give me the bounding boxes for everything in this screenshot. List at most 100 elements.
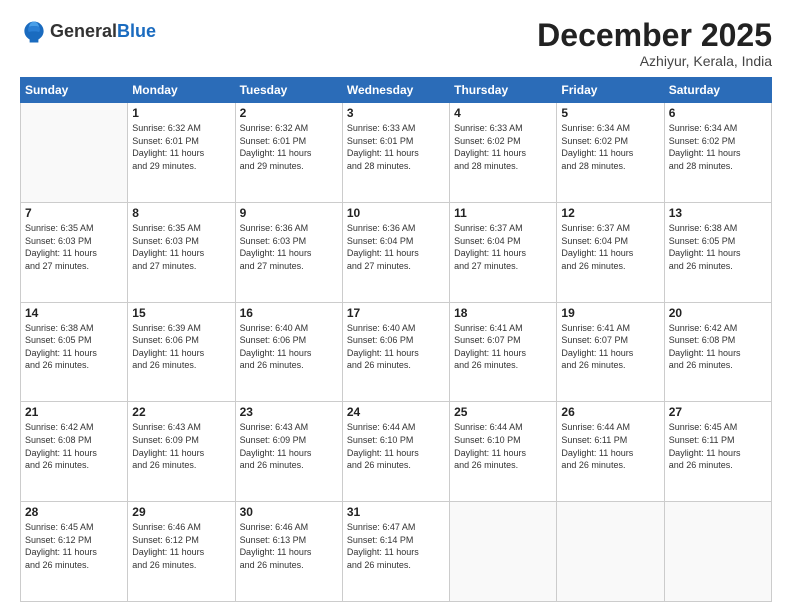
calendar-cell: 14 Sunrise: 6:38 AMSunset: 6:05 PMDayligh… — [21, 302, 128, 402]
day-number: 18 — [454, 306, 552, 320]
day-number: 20 — [669, 306, 767, 320]
weekday-header-saturday: Saturday — [664, 78, 771, 103]
day-number: 29 — [132, 505, 230, 519]
day-number: 7 — [25, 206, 123, 220]
day-info: Sunrise: 6:43 AMSunset: 6:09 PMDaylight:… — [240, 421, 338, 471]
page: GeneralBlue December 2025 Azhiyur, Keral… — [0, 0, 792, 612]
logo-text: GeneralBlue — [50, 22, 156, 42]
day-number: 1 — [132, 106, 230, 120]
day-info: Sunrise: 6:34 AMSunset: 6:02 PMDaylight:… — [561, 122, 659, 172]
weekday-header-row: SundayMondayTuesdayWednesdayThursdayFrid… — [21, 78, 772, 103]
day-info: Sunrise: 6:33 AMSunset: 6:01 PMDaylight:… — [347, 122, 445, 172]
logo-icon — [20, 18, 48, 46]
day-number: 25 — [454, 405, 552, 419]
month-title: December 2025 — [537, 18, 772, 53]
calendar-cell: 26Sunrise: 6:44 AMSunset: 6:11 PMDayligh… — [557, 402, 664, 502]
day-number: 13 — [669, 206, 767, 220]
calendar-cell — [21, 103, 128, 203]
day-number: 14 — [25, 306, 123, 320]
day-info: Sunrise: 6:41 AMSunset: 6:07 PMDaylight:… — [454, 322, 552, 372]
calendar-cell: 13 Sunrise: 6:38 AMSunset: 6:05 PMDayligh… — [664, 202, 771, 302]
weekday-header-friday: Friday — [557, 78, 664, 103]
day-info: Sunrise: 6:40 AMSunset: 6:06 PMDaylight:… — [240, 322, 338, 372]
day-number: 10 — [347, 206, 445, 220]
calendar-week-5: 28 Sunrise: 6:45 AMSunset: 6:12 PMDayligh… — [21, 502, 772, 602]
calendar-cell: 9 Sunrise: 6:36 AMSunset: 6:03 PMDaylight… — [235, 202, 342, 302]
day-number: 16 — [240, 306, 338, 320]
location: Azhiyur, Kerala, India — [537, 53, 772, 69]
day-number: 23 — [240, 405, 338, 419]
logo: GeneralBlue — [20, 18, 156, 46]
day-number: 31 — [347, 505, 445, 519]
calendar-cell: 24 Sunrise: 6:44 AMSunset: 6:10 PMDayligh… — [342, 402, 449, 502]
calendar-cell: 4 Sunrise: 6:33 AMSunset: 6:02 PMDaylight… — [450, 103, 557, 203]
day-number: 11 — [454, 206, 552, 220]
calendar-cell — [664, 502, 771, 602]
day-number: 6 — [669, 106, 767, 120]
day-info: Sunrise: 6:42 AMSunset: 6:08 PMDaylight:… — [25, 421, 123, 471]
day-info: Sunrise: 6:46 AMSunset: 6:13 PMDaylight:… — [240, 521, 338, 571]
calendar-cell: 31Sunrise: 6:47 AMSunset: 6:14 PMDayligh… — [342, 502, 449, 602]
calendar-cell: 29 Sunrise: 6:46 AMSunset: 6:12 PMDayligh… — [128, 502, 235, 602]
day-info: Sunrise: 6:45 AMSunset: 6:11 PMDaylight:… — [669, 421, 767, 471]
day-number: 3 — [347, 106, 445, 120]
weekday-header-tuesday: Tuesday — [235, 78, 342, 103]
calendar-cell: 2Sunrise: 6:32 AMSunset: 6:01 PMDaylight… — [235, 103, 342, 203]
calendar-cell: 19Sunrise: 6:41 AMSunset: 6:07 PMDayligh… — [557, 302, 664, 402]
day-number: 8 — [132, 206, 230, 220]
calendar: SundayMondayTuesdayWednesdayThursdayFrid… — [20, 77, 772, 602]
calendar-cell: 20 Sunrise: 6:42 AMSunset: 6:08 PMDayligh… — [664, 302, 771, 402]
day-info: Sunrise: 6:34 AMSunset: 6:02 PMDaylight:… — [669, 122, 767, 172]
day-number: 28 — [25, 505, 123, 519]
calendar-week-2: 7 Sunrise: 6:35 AMSunset: 6:03 PMDaylight… — [21, 202, 772, 302]
day-info: Sunrise: 6:32 AMSunset: 6:01 PMDaylight:… — [240, 122, 338, 172]
day-info: Sunrise: 6:43 AMSunset: 6:09 PMDaylight:… — [132, 421, 230, 471]
day-info: Sunrise: 6:35 AMSunset: 6:03 PMDaylight:… — [132, 222, 230, 272]
day-info: Sunrise: 6:32 AMSunset: 6:01 PMDaylight:… — [132, 122, 230, 172]
calendar-cell — [557, 502, 664, 602]
day-number: 5 — [561, 106, 659, 120]
title-section: December 2025 Azhiyur, Kerala, India — [537, 18, 772, 69]
weekday-header-sunday: Sunday — [21, 78, 128, 103]
day-number: 27 — [669, 405, 767, 419]
day-info: Sunrise: 6:33 AMSunset: 6:02 PMDaylight:… — [454, 122, 552, 172]
header: GeneralBlue December 2025 Azhiyur, Keral… — [20, 18, 772, 69]
calendar-cell: 11 Sunrise: 6:37 AMSunset: 6:04 PMDayligh… — [450, 202, 557, 302]
day-info: Sunrise: 6:40 AMSunset: 6:06 PMDaylight:… — [347, 322, 445, 372]
calendar-cell: 28 Sunrise: 6:45 AMSunset: 6:12 PMDayligh… — [21, 502, 128, 602]
day-info: Sunrise: 6:37 AMSunset: 6:04 PMDaylight:… — [561, 222, 659, 272]
day-number: 9 — [240, 206, 338, 220]
day-info: Sunrise: 6:46 AMSunset: 6:12 PMDaylight:… — [132, 521, 230, 571]
calendar-cell: 16 Sunrise: 6:40 AMSunset: 6:06 PMDayligh… — [235, 302, 342, 402]
day-number: 4 — [454, 106, 552, 120]
calendar-cell: 10 Sunrise: 6:36 AMSunset: 6:04 PMDayligh… — [342, 202, 449, 302]
calendar-week-1: 1 Sunrise: 6:32 AMSunset: 6:01 PMDaylight… — [21, 103, 772, 203]
day-number: 19 — [561, 306, 659, 320]
day-info: Sunrise: 6:36 AMSunset: 6:04 PMDaylight:… — [347, 222, 445, 272]
day-info: Sunrise: 6:42 AMSunset: 6:08 PMDaylight:… — [669, 322, 767, 372]
calendar-cell: 6 Sunrise: 6:34 AMSunset: 6:02 PMDaylight… — [664, 103, 771, 203]
day-info: Sunrise: 6:37 AMSunset: 6:04 PMDaylight:… — [454, 222, 552, 272]
calendar-week-3: 14 Sunrise: 6:38 AMSunset: 6:05 PMDayligh… — [21, 302, 772, 402]
day-number: 30 — [240, 505, 338, 519]
weekday-header-wednesday: Wednesday — [342, 78, 449, 103]
calendar-week-4: 21Sunrise: 6:42 AMSunset: 6:08 PMDayligh… — [21, 402, 772, 502]
weekday-header-thursday: Thursday — [450, 78, 557, 103]
calendar-cell: 3 Sunrise: 6:33 AMSunset: 6:01 PMDaylight… — [342, 103, 449, 203]
day-info: Sunrise: 6:44 AMSunset: 6:10 PMDaylight:… — [347, 421, 445, 471]
day-number: 12 — [561, 206, 659, 220]
day-info: Sunrise: 6:45 AMSunset: 6:12 PMDaylight:… — [25, 521, 123, 571]
calendar-cell — [450, 502, 557, 602]
day-number: 22 — [132, 405, 230, 419]
calendar-cell: 12 Sunrise: 6:37 AMSunset: 6:04 PMDayligh… — [557, 202, 664, 302]
calendar-cell: 21Sunrise: 6:42 AMSunset: 6:08 PMDayligh… — [21, 402, 128, 502]
weekday-header-monday: Monday — [128, 78, 235, 103]
calendar-cell: 25 Sunrise: 6:44 AMSunset: 6:10 PMDayligh… — [450, 402, 557, 502]
day-info: Sunrise: 6:44 AMSunset: 6:10 PMDaylight:… — [454, 421, 552, 471]
day-info: Sunrise: 6:38 AMSunset: 6:05 PMDaylight:… — [25, 322, 123, 372]
day-number: 15 — [132, 306, 230, 320]
day-number: 24 — [347, 405, 445, 419]
day-info: Sunrise: 6:36 AMSunset: 6:03 PMDaylight:… — [240, 222, 338, 272]
day-info: Sunrise: 6:39 AMSunset: 6:06 PMDaylight:… — [132, 322, 230, 372]
day-info: Sunrise: 6:38 AMSunset: 6:05 PMDaylight:… — [669, 222, 767, 272]
